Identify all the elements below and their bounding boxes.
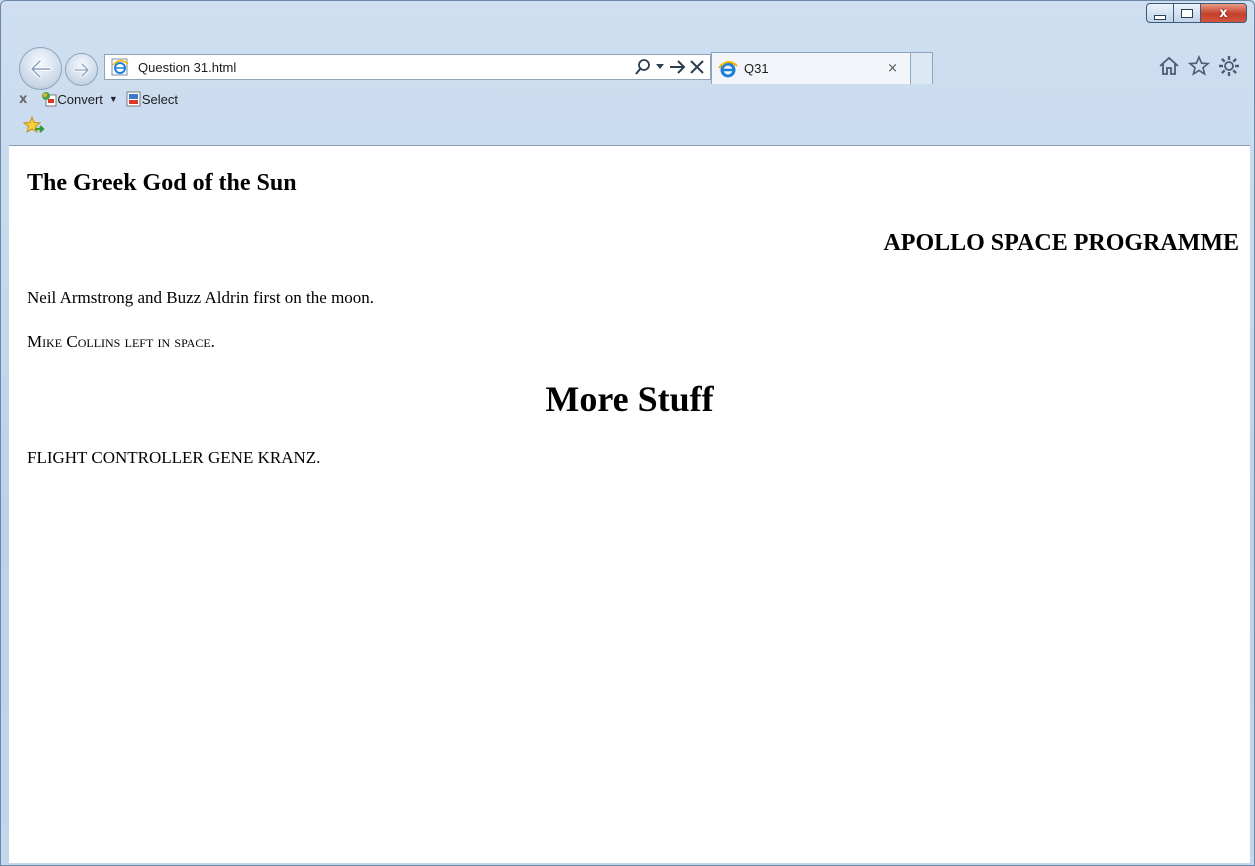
maximize-icon xyxy=(1181,8,1193,18)
new-tab-button[interactable] xyxy=(911,52,933,84)
tab-close-button[interactable]: × xyxy=(887,61,898,76)
favorites-button[interactable] xyxy=(1188,55,1210,77)
address-text[interactable]: Question 31.html xyxy=(138,60,634,75)
command-bar: x Convert ▼ Select xyxy=(19,89,178,109)
close-icon: x xyxy=(1219,5,1228,21)
browser-right-icons xyxy=(1158,55,1240,77)
home-icon xyxy=(1159,56,1179,75)
ie-page-icon xyxy=(111,58,129,76)
back-button[interactable] xyxy=(19,47,62,90)
paragraph-collins: Mike Collins left in space. xyxy=(27,332,215,351)
minimize-button[interactable] xyxy=(1146,3,1173,23)
browser-window: x Question 31.html Q31 × x Convert ▼ Sel… xyxy=(0,0,1255,866)
tab-title: Q31 xyxy=(744,61,769,76)
add-to-favorites-icon[interactable] xyxy=(22,115,45,137)
select-button[interactable]: Select xyxy=(126,91,178,107)
gear-icon xyxy=(1219,56,1239,76)
heading-apollo: APOLLO SPACE PROGRAMME xyxy=(883,230,1239,256)
tab-q31[interactable]: Q31 × xyxy=(711,52,911,84)
convert-dropdown-icon[interactable]: ▼ xyxy=(109,94,118,104)
paragraph-kranz: FLIGHT CONTROLLER GENE KRANZ. xyxy=(27,448,321,467)
convert-label: Convert xyxy=(57,91,103,107)
address-tools xyxy=(634,58,704,76)
minimize-icon xyxy=(1154,14,1166,20)
ie-logo-icon xyxy=(718,60,738,77)
search-dropdown-icon[interactable] xyxy=(656,64,664,70)
convert-button[interactable]: Convert xyxy=(41,91,103,107)
stop-icon[interactable] xyxy=(690,60,704,74)
search-icon[interactable] xyxy=(634,58,652,76)
forward-button[interactable] xyxy=(65,53,98,86)
paragraph-armstrong: Neil Armstrong and Buzz Aldrin first on … xyxy=(27,288,375,307)
window-controls: x xyxy=(1146,3,1247,23)
star-icon xyxy=(1188,55,1210,76)
maximize-button[interactable] xyxy=(1173,3,1200,23)
close-toolbar-button[interactable]: x xyxy=(19,92,27,107)
select-pdf-icon xyxy=(126,91,141,107)
tools-button[interactable] xyxy=(1218,55,1240,77)
address-bar[interactable]: Question 31.html xyxy=(104,54,711,80)
back-arrow-icon xyxy=(29,58,52,79)
heading-sun: The Greek God of the Sun xyxy=(27,170,297,196)
favorites-bar xyxy=(22,115,45,142)
home-button[interactable] xyxy=(1158,55,1180,77)
select-label: Select xyxy=(141,91,178,107)
heading-more-stuff: More Stuff xyxy=(545,379,714,419)
forward-arrow-icon xyxy=(73,62,90,77)
go-arrow-icon[interactable] xyxy=(668,59,686,75)
page-content: The Greek God of the Sun APOLLO SPACE PR… xyxy=(9,145,1250,863)
convert-pdf-icon xyxy=(42,92,57,107)
close-window-button[interactable]: x xyxy=(1200,3,1247,23)
